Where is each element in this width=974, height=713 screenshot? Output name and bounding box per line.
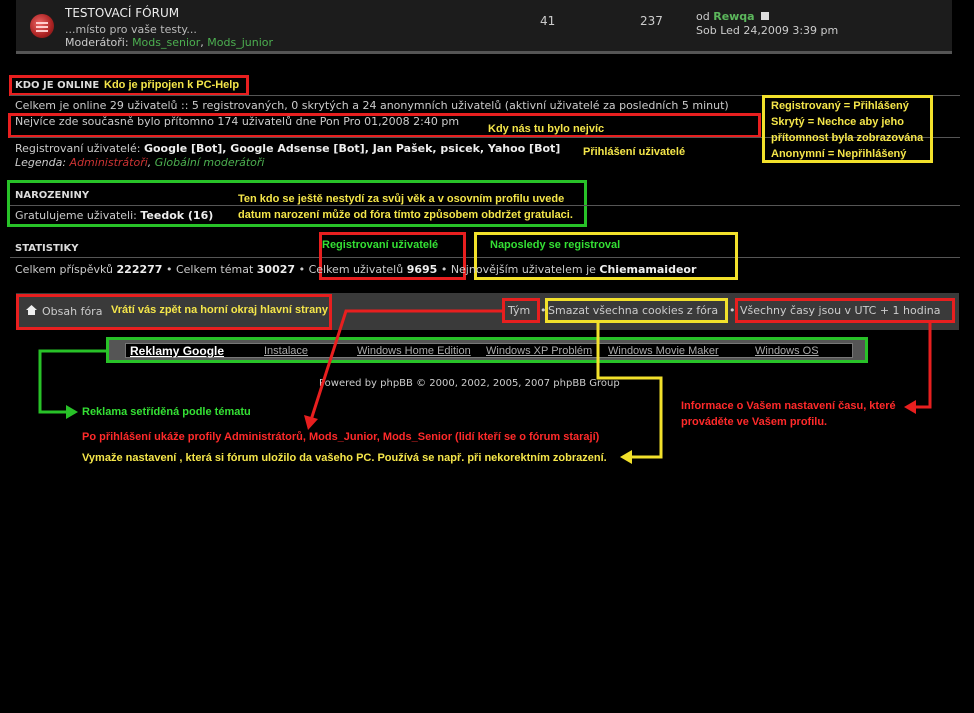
note-timezone-line: prováděte ve Vašem profilu. [681,416,828,428]
annotation-arrows [38,309,932,464]
note-timezone-line: Informace o Vašem nastavení času, které [681,400,896,412]
note-timezone: Informace o Vašem nastavení času, které … [681,398,896,430]
note-team: Po přihlášení ukáže profily Administráto… [82,431,600,443]
note-cookies: Vymaže nastavení , která si fórum uložil… [82,452,607,464]
note-ads: Reklama setříděná podle tématu [82,406,251,418]
